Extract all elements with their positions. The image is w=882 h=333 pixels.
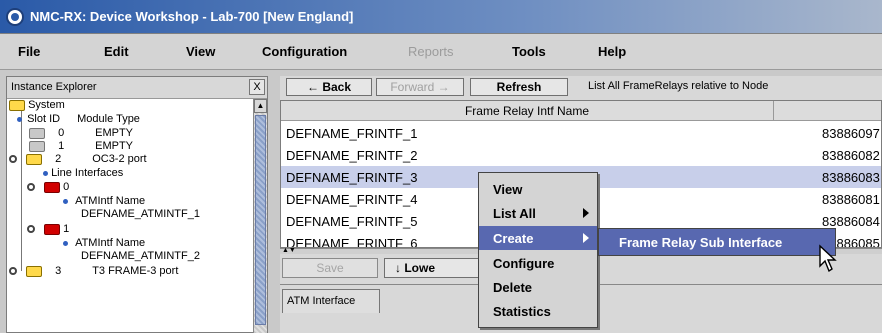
menu-item-view[interactable]: View [479, 177, 597, 201]
table-row[interactable]: DEFNAME_FRINTF_1 83886097 [281, 122, 881, 144]
explorer-tree: System Slot ID Module Type 0 EMPTY 1 EMP… [7, 99, 267, 333]
scroll-up-arrow-icon[interactable]: ▲ [254, 99, 267, 113]
table-row[interactable]: DEFNAME_FRINTF_2 83886082 [281, 144, 881, 166]
tree-node-system[interactable]: System [9, 99, 65, 111]
expand-key-icon[interactable] [9, 155, 17, 164]
tree-header-row: Slot ID Module Type [17, 113, 140, 125]
menu-edit[interactable]: Edit [104, 44, 129, 59]
tree-node-slot-2[interactable]: 2 OC3-2 port [9, 153, 147, 165]
red-folder-icon [44, 223, 61, 235]
submenu-arrow-icon [583, 233, 589, 243]
menu-file[interactable]: File [18, 44, 40, 59]
tree-node-iface-1[interactable]: 1 [27, 223, 69, 235]
window-title: NMC-RX: Device Workshop - Lab-700 [New E… [30, 9, 354, 24]
dot-icon [63, 198, 68, 204]
explorer-header: Instance Explorer X [7, 77, 267, 99]
dot-icon [17, 116, 22, 122]
close-icon[interactable]: X [249, 79, 265, 95]
title-bar: NMC-RX: Device Workshop - Lab-700 [New E… [0, 0, 882, 34]
app-icon [6, 7, 24, 26]
tab-atm-interface[interactable]: ATM Interface [282, 289, 380, 313]
forward-button[interactable]: Forward → [376, 78, 464, 96]
tree-node-atm-value-0[interactable]: DEFNAME_ATMINTF_1 [81, 208, 200, 220]
refresh-button[interactable]: Refresh [470, 78, 568, 96]
nav-toolbar: ← Back Forward → Refresh List All FrameR… [280, 76, 882, 98]
tree-node-line-interfaces[interactable]: Line Interfaces [43, 167, 123, 179]
dot-icon [63, 240, 68, 246]
tree-node-iface-0[interactable]: 0 [27, 181, 69, 193]
menu-item-list-all[interactable]: List All [479, 201, 597, 225]
tree-node-atm-value-1[interactable]: DEFNAME_ATMINTF_2 [81, 250, 200, 262]
expand-key-icon[interactable] [27, 183, 35, 192]
red-folder-icon [44, 181, 61, 193]
menu-bar: File Edit View Configuration Reports Too… [0, 34, 882, 70]
tree-node-slot-1[interactable]: 1 EMPTY [29, 140, 133, 152]
tree-node-slot-3[interactable]: 3 T3 FRAME-3 port [9, 265, 178, 277]
tree-node-slot-0[interactable]: 0 EMPTY [29, 127, 133, 139]
context-menu: View List All Create Configure Delete St… [478, 172, 598, 328]
menu-item-create[interactable]: Create [479, 226, 597, 250]
mouse-cursor-icon [819, 244, 837, 273]
folder-icon [29, 140, 45, 152]
toolbar-caption: List All FrameRelays relative to Node [588, 80, 769, 92]
folder-icon [26, 153, 43, 165]
column-header-name[interactable]: Frame Relay Intf Name [281, 104, 773, 118]
expand-key-icon[interactable] [9, 267, 17, 276]
table-header: Frame Relay Intf Name [281, 101, 881, 121]
folder-icon [9, 99, 25, 111]
menu-reports[interactable]: Reports [408, 44, 454, 59]
menu-item-statistics[interactable]: Statistics [479, 299, 597, 323]
dot-icon [43, 170, 48, 176]
lower-button[interactable]: ↓ Lowe [384, 258, 480, 278]
tree-node-atm-label-0: ATMIntf Name [63, 195, 145, 207]
explorer-scrollbar[interactable]: ▲ [253, 99, 267, 333]
folder-icon [29, 127, 45, 139]
splitter-arrows-icon[interactable]: ▲▼ [282, 247, 296, 254]
scrollbar-thumb[interactable] [255, 115, 266, 325]
menu-help[interactable]: Help [598, 44, 626, 59]
menu-tools[interactable]: Tools [512, 44, 546, 59]
tree-node-atm-label-1: ATMIntf Name [63, 237, 145, 249]
folder-icon [26, 265, 43, 277]
menu-item-configure[interactable]: Configure [479, 251, 597, 275]
expand-key-icon[interactable] [27, 225, 35, 234]
save-button[interactable]: Save [282, 258, 378, 278]
submenu-frame-relay-sub-interface[interactable]: Frame Relay Sub Interface [598, 228, 836, 256]
menu-view[interactable]: View [186, 44, 215, 59]
instance-explorer: Instance Explorer X System Slot ID Modul… [6, 76, 268, 333]
explorer-title: Instance Explorer [11, 81, 97, 93]
submenu-arrow-icon [583, 208, 589, 218]
menu-configuration[interactable]: Configuration [262, 44, 347, 59]
menu-item-delete[interactable]: Delete [479, 275, 597, 299]
back-button[interactable]: ← Back [286, 78, 372, 96]
